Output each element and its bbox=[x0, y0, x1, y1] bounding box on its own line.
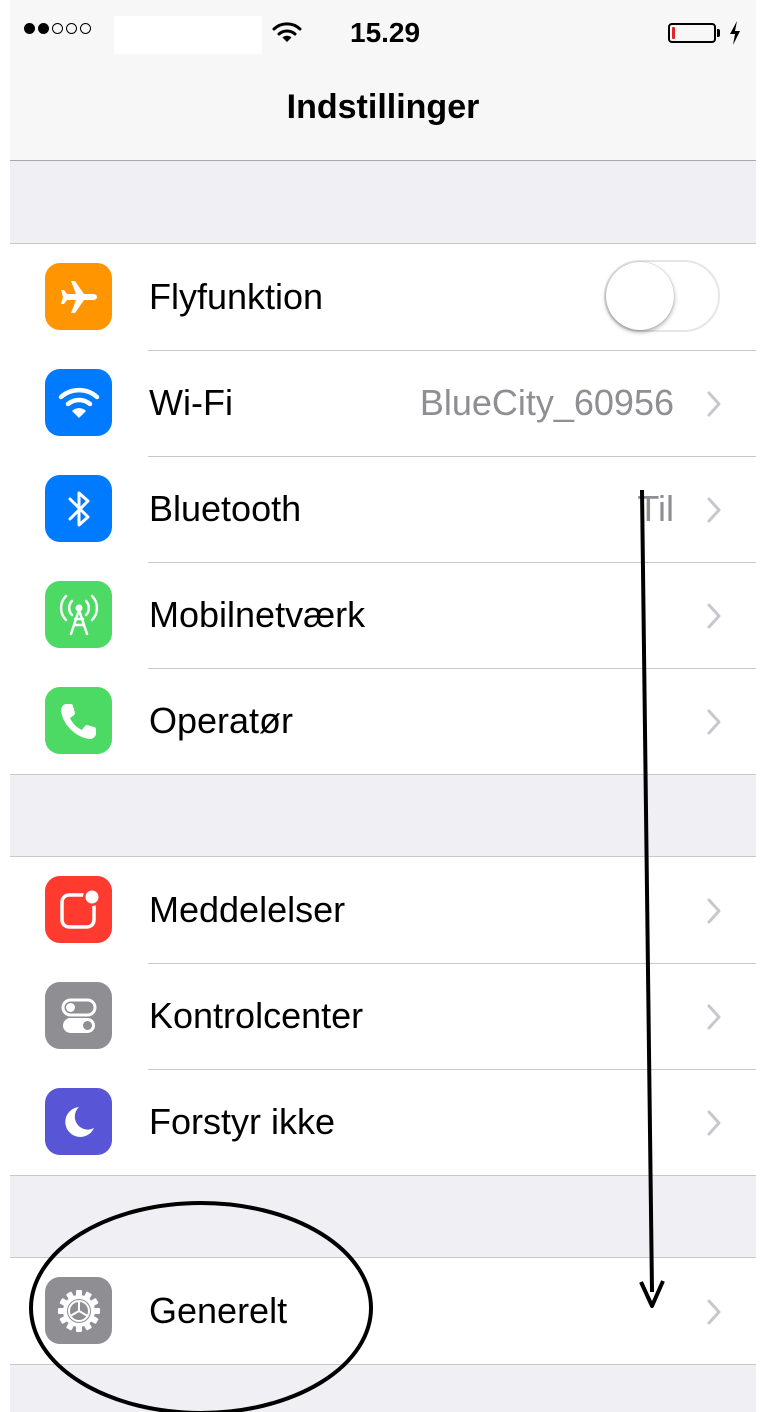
chevron-right-icon bbox=[707, 1299, 721, 1325]
settings-row-forstyr-ikke[interactable]: Forstyr ikke bbox=[10, 1069, 756, 1175]
settings-group-general: Generelt bbox=[10, 1257, 756, 1365]
gear-icon bbox=[45, 1277, 112, 1344]
cellular-antenna-icon bbox=[45, 581, 112, 648]
settings-row-mobilnetvaerk[interactable]: Mobilnetværk bbox=[10, 562, 756, 668]
carrier-name-redacted bbox=[114, 16, 262, 54]
moon-icon bbox=[45, 1088, 112, 1155]
settings-row-kontrolcenter[interactable]: Kontrolcenter bbox=[10, 963, 756, 1069]
settings-row-generelt[interactable]: Generelt bbox=[10, 1258, 756, 1364]
chevron-right-icon bbox=[707, 898, 721, 924]
settings-group-notifications: Meddelelser Kontrolcenter Forstyr ikke bbox=[10, 856, 756, 1176]
bluetooth-status: Til bbox=[637, 488, 674, 529]
settings-row-wifi[interactable]: Wi-Fi BlueCity_60956 bbox=[10, 350, 756, 456]
chevron-right-icon bbox=[707, 603, 721, 629]
chevron-right-icon bbox=[707, 709, 721, 735]
settings-row-label: Generelt bbox=[149, 1290, 288, 1331]
notifications-icon bbox=[45, 876, 112, 943]
wifi-network-name: BlueCity_60956 bbox=[419, 382, 674, 423]
settings-row-label: Wi-Fi bbox=[149, 382, 233, 423]
charging-bolt-icon bbox=[730, 21, 740, 45]
airplane-icon bbox=[45, 263, 112, 330]
settings-row-bluetooth[interactable]: Bluetooth Til bbox=[10, 456, 756, 562]
wifi-icon bbox=[45, 369, 112, 436]
battery-level bbox=[672, 27, 675, 39]
settings-group-connectivity: Flyfunktion Wi-Fi BlueCity_60956 Bluetoo… bbox=[10, 243, 756, 775]
signal-dot bbox=[52, 23, 63, 34]
settings-row-label: Kontrolcenter bbox=[149, 995, 364, 1036]
phone-icon bbox=[45, 687, 112, 754]
wifi-status-icon bbox=[272, 22, 302, 42]
settings-row-label: Mobilnetværk bbox=[149, 594, 366, 635]
settings-row-label: Flyfunktion bbox=[149, 276, 324, 317]
signal-dot bbox=[38, 23, 49, 34]
settings-screen: 15.29 Indstillinger Flyfunktion Wi-Fi Bl… bbox=[10, 0, 756, 1412]
chevron-right-icon bbox=[707, 391, 721, 417]
settings-row-operator[interactable]: Operatør bbox=[10, 668, 756, 774]
control-center-icon bbox=[45, 982, 112, 1049]
settings-row-flyfunktion[interactable]: Flyfunktion bbox=[10, 244, 756, 350]
signal-strength-icon bbox=[24, 23, 91, 34]
page-title: Indstillinger bbox=[286, 88, 480, 126]
settings-row-label: Meddelelser bbox=[149, 889, 346, 930]
navigation-bar: Indstillinger bbox=[10, 68, 756, 161]
chevron-right-icon bbox=[707, 497, 721, 523]
signal-dot bbox=[66, 23, 77, 34]
status-bar: 15.29 bbox=[10, 0, 756, 68]
settings-row-label: Forstyr ikke bbox=[149, 1101, 336, 1142]
toggle-knob bbox=[606, 262, 674, 330]
chevron-right-icon bbox=[707, 1110, 721, 1136]
battery-icon bbox=[668, 23, 716, 43]
settings-row-label: Operatør bbox=[149, 700, 294, 741]
battery-tip bbox=[717, 29, 720, 37]
settings-row-meddelelser[interactable]: Meddelelser bbox=[10, 857, 756, 963]
airplane-mode-toggle[interactable] bbox=[604, 260, 720, 332]
bluetooth-icon bbox=[45, 475, 112, 542]
status-time: 15.29 bbox=[350, 17, 421, 48]
signal-dot bbox=[80, 23, 91, 34]
chevron-right-icon bbox=[707, 1004, 721, 1030]
signal-dot bbox=[24, 23, 35, 34]
settings-row-label: Bluetooth bbox=[149, 488, 302, 529]
